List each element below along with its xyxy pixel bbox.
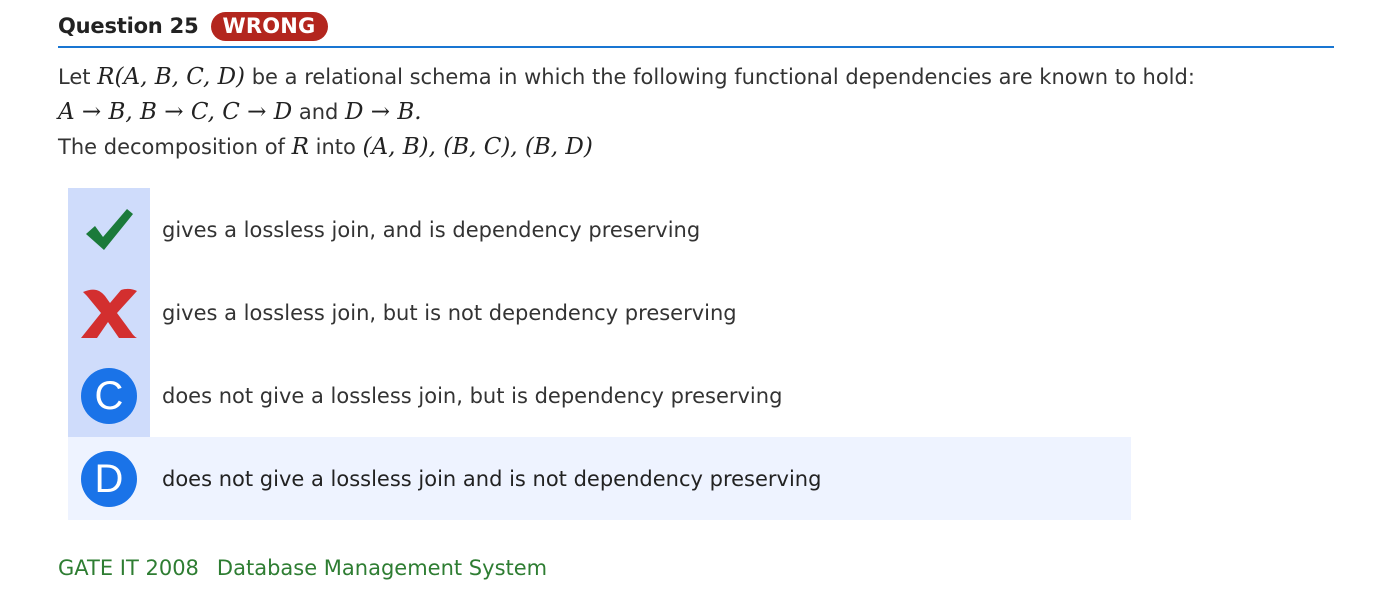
question-header: Question 25 WRONG	[58, 6, 1334, 48]
option-d[interactable]: D does not give a lossless join and is n…	[68, 437, 1131, 520]
check-icon	[86, 208, 133, 250]
math-decomposition: (A, B), (B, C), (B, D)	[362, 134, 593, 160]
option-label: gives a lossless join, but is not depend…	[162, 300, 737, 325]
question-line-3: The decomposition of R into (A, B), (B, …	[58, 130, 1318, 165]
question-tags: GATE IT 2008 Database Management System	[58, 556, 547, 580]
option-marker: D	[68, 437, 150, 520]
question-text-segment: Let	[58, 65, 98, 89]
option-a[interactable]: gives a lossless join, and is dependency…	[68, 188, 1131, 271]
question-text-segment: and	[292, 100, 346, 124]
question-text-segment: be a relational schema in which the foll…	[245, 65, 1195, 89]
option-label: does not give a lossless join and is not…	[162, 466, 822, 491]
option-b[interactable]: gives a lossless join, but is not depend…	[68, 271, 1131, 354]
option-marker: C	[68, 354, 150, 437]
tag-exam-link[interactable]: GATE IT 2008	[58, 556, 199, 580]
option-label: does not give a lossless join, but is de…	[162, 383, 783, 408]
option-letter-d-icon: D	[81, 450, 137, 507]
option-marker	[68, 271, 150, 354]
math-dependency-last: D → B.	[345, 99, 422, 125]
option-label: gives a lossless join, and is dependency…	[162, 217, 701, 242]
math-schema: R(A, B, C, D)	[97, 64, 246, 90]
option-c[interactable]: C does not give a lossless join, but is …	[68, 354, 1131, 437]
question-text-segment: The decomposition of	[58, 135, 292, 159]
status-badge: WRONG	[210, 11, 328, 41]
tag-subject-link[interactable]: Database Management System	[217, 556, 547, 580]
question-text-segment: into	[308, 135, 363, 159]
question-text: Let R(A, B, C, D) be a relational schema…	[58, 60, 1318, 165]
math-relation: R	[291, 134, 309, 160]
question-line-2: A → B, B → C, C → D and D → B.	[58, 95, 1318, 130]
option-marker	[68, 188, 150, 271]
question-title: Question 25	[58, 14, 199, 38]
option-letter-c-icon: C	[81, 367, 137, 424]
math-dependencies: A → B, B → C, C → D	[58, 99, 293, 125]
answer-options: gives a lossless join, and is dependency…	[68, 188, 1131, 520]
cross-icon	[81, 288, 137, 338]
question-line-1: Let R(A, B, C, D) be a relational schema…	[58, 60, 1318, 95]
